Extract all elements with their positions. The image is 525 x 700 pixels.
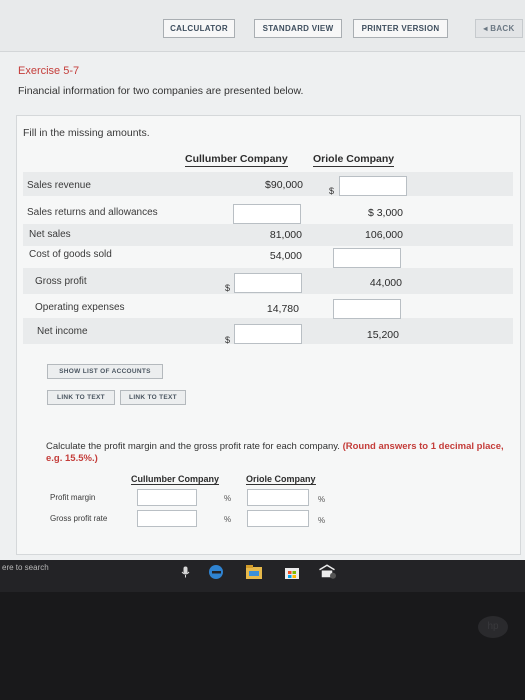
cullumber-operating-expenses: 14,780 [266,303,299,315]
ratio-instruction-text: Calculate the profit margin and the gros… [46,441,343,452]
ratio-label-gross-profit-rate: Gross profit rate [50,514,108,523]
dollar-sign: $ [225,283,231,293]
monitor-bezel [0,592,525,700]
standard-view-button[interactable]: STANDARD VIEW [254,19,342,38]
exercise-title: Exercise 5-7 [18,65,80,77]
fill-instruction: Fill in the missing amounts. [23,127,150,139]
back-button[interactable]: ◂ BACK [475,19,523,38]
cullumber-gross-profit-input[interactable] [234,273,302,293]
row-label-sales-returns: Sales returns and allowances [27,207,158,218]
link-to-text-button[interactable]: LINK TO TEXT [47,390,115,405]
microphone-icon[interactable] [176,564,194,580]
oriole-gross-profit-rate-input[interactable] [247,510,309,527]
ratio-col-header-cullumber: Cullumber Company [131,474,220,485]
ratio-instruction: Calculate the profit margin and the gros… [46,441,516,465]
row-label-operating-expenses: Operating expenses [35,302,125,313]
percent-sign: % [318,516,326,525]
calculator-button[interactable]: CALCULATOR [163,19,235,38]
oriole-net-income: 15,200 [366,329,399,341]
oriole-sales-returns: $ 3,000 [367,207,403,219]
top-toolbar: CALCULATOR STANDARD VIEW PRINTER VERSION… [0,0,525,52]
cullumber-profit-margin-input[interactable] [137,489,197,506]
taskbar-search-box[interactable]: ere to search [2,563,49,572]
oriole-profit-margin-input[interactable] [247,489,309,506]
oriole-net-sales: 106,000 [365,229,403,241]
percent-sign: % [224,494,232,503]
network-icon[interactable] [318,564,336,580]
percent-sign: % [224,515,232,524]
oriole-gross-profit: 44,000 [369,277,402,289]
dollar-sign: $ [329,186,335,196]
row-label-net-income: Net income [37,326,88,337]
oriole-sales-revenue-input[interactable] [339,176,407,196]
col-header-oriole: Oriole Company [313,153,395,167]
percent-sign: % [318,495,326,504]
hp-logo-icon: hp [478,616,508,638]
row-label-net-sales: Net sales [29,229,71,240]
cullumber-gross-profit-rate-input[interactable] [137,510,197,527]
row-label-sales-revenue: Sales revenue [27,180,91,191]
cullumber-net-sales: 81,000 [269,229,302,241]
col-header-cullumber: Cullumber Company [185,153,288,167]
cullumber-cogs: 54,000 [269,250,302,262]
exercise-description: Financial information for two companies … [18,85,304,97]
ratio-col-header-oriole: Oriole Company [246,474,316,485]
link-to-text-button-2[interactable]: LINK TO TEXT [120,390,186,405]
file-explorer-icon[interactable] [245,564,263,580]
cullumber-sales-revenue: $90,000 [265,179,303,191]
oriole-operating-expenses-input[interactable] [333,299,401,319]
ratio-label-profit-margin: Profit margin [50,493,96,502]
printer-version-button[interactable]: PRINTER VERSION [353,19,448,38]
oriole-cogs-input[interactable] [333,248,401,268]
cullumber-net-income-input[interactable] [234,324,302,344]
cullumber-sales-returns-input[interactable] [233,204,301,224]
show-list-of-accounts-button[interactable]: SHOW LIST OF ACCOUNTS [47,364,163,379]
store-icon[interactable] [283,564,301,580]
row-label-gross-profit: Gross profit [35,276,87,287]
row-label-cogs: Cost of goods sold [29,249,112,260]
edge-icon[interactable] [207,564,225,580]
browser-viewport: CALCULATOR STANDARD VIEW PRINTER VERSION… [0,0,525,560]
dollar-sign: $ [225,335,231,345]
